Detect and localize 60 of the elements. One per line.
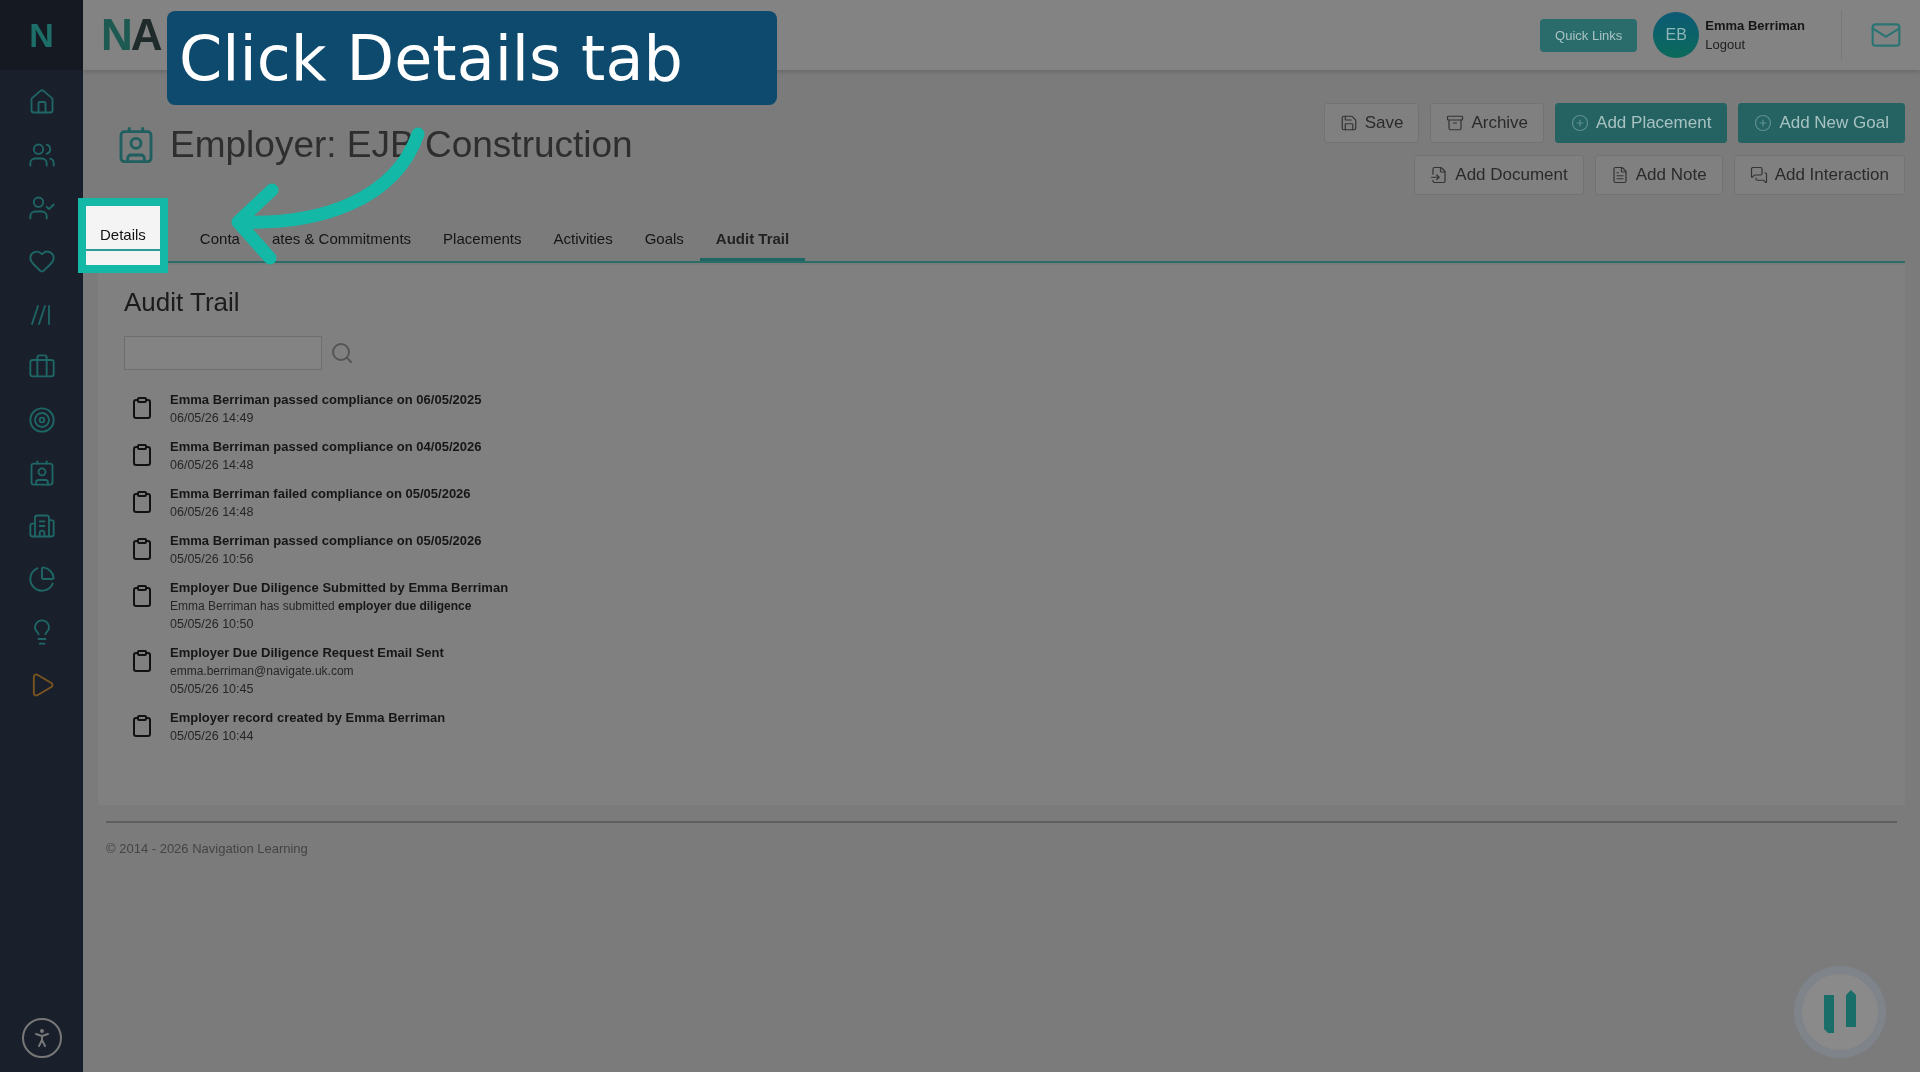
entry-time: 06/05/26 14:49 <box>170 411 255 425</box>
tab[interactable]: Audit Trail <box>699 230 806 261</box>
clipboard-icon <box>130 649 154 673</box>
user-name: Emma Berriman <box>1705 18 1805 33</box>
action-button[interactable]: Add Note <box>1594 155 1723 195</box>
entry-title: Employer Due Diligence Request Email Sent <box>170 645 444 660</box>
tab[interactable]: Placements <box>427 230 538 261</box>
tab[interactable]: Conta <box>183 230 256 261</box>
entry-time: 05/05/26 10:50 <box>170 617 255 631</box>
tab[interactable]: Activities <box>537 230 629 261</box>
user-check-icon[interactable] <box>27 194 56 222</box>
plus-circle-icon <box>1571 114 1590 132</box>
quick-links-button[interactable]: Quick Links <box>1540 18 1638 52</box>
clipboard-icon <box>130 490 154 514</box>
plus-circle-icon <box>1754 114 1773 132</box>
clipboard-icon <box>130 443 154 467</box>
action-button[interactable]: Save <box>1323 103 1420 143</box>
tab[interactable]: Goals <box>628 230 700 261</box>
users-icon[interactable] <box>27 141 56 169</box>
search-icon[interactable] <box>330 341 354 365</box>
clipboard-icon <box>130 396 154 420</box>
building-icon[interactable] <box>27 512 56 540</box>
save-icon <box>1339 114 1358 132</box>
entry-detail: Emma Berriman has submitted employer due diligence <box>170 599 473 613</box>
tab[interactable]: Details <box>78 198 168 273</box>
entry-time: 05/05/26 10:44 <box>170 729 255 743</box>
action-button[interactable]: Add Interaction <box>1733 155 1905 195</box>
logo-letter: N <box>29 15 54 55</box>
target-icon[interactable] <box>27 406 56 434</box>
copyright-text: © 2014 - 2026 Navigation Learning <box>105 840 309 858</box>
action-button[interactable]: Archive <box>1430 103 1545 143</box>
entry-detail: emma.berriman@navigate.uk.com <box>170 664 355 678</box>
entry-title: Emma Berriman failed compliance on 05/05/2026 <box>170 486 471 501</box>
file-import-icon <box>1430 166 1449 184</box>
pie-chart-icon[interactable] <box>27 565 56 593</box>
archive-icon <box>1446 114 1465 132</box>
logo: NA <box>101 10 161 60</box>
action-button[interactable]: Add New Goal <box>1738 103 1905 143</box>
clipboard-icon <box>130 584 154 608</box>
action-button[interactable]: Add Placement <box>1555 103 1728 143</box>
accessibility-icon[interactable] <box>21 1018 62 1058</box>
callout-text: Click Details tab <box>179 21 683 95</box>
logout-link[interactable]: Logout <box>1705 37 1805 52</box>
tab[interactable]: ates & Commitments <box>255 230 428 261</box>
clipboard-icon <box>130 537 154 561</box>
entry-title: Emma Berriman passed compliance on 04/05/2026 <box>170 439 482 454</box>
document-icon <box>1610 166 1629 184</box>
entry-title: Employer record created by Emma Berriman <box>170 710 446 725</box>
entry-time: 05/05/26 10:45 <box>170 682 255 696</box>
clipboard-icon <box>130 714 154 738</box>
chat-bubbles-icon <box>1749 166 1768 184</box>
entry-title: Emma Berriman passed compliance on 05/05/2026 <box>170 533 482 548</box>
entry-time: 06/05/26 14:48 <box>170 458 255 472</box>
entry-time: 05/05/26 10:56 <box>170 552 255 566</box>
action-button[interactable]: Add Document <box>1414 155 1584 195</box>
entry-title: Employer Due Diligence Submitted by Emma Berriman <box>170 580 509 595</box>
entry-title: Emma Berriman passed compliance on 06/05/2025 <box>170 392 482 407</box>
entry-time: 06/05/26 14:48 <box>170 505 255 519</box>
user-avatar[interactable]: EB <box>1653 12 1700 58</box>
section-heading: Audit Trail <box>124 287 241 318</box>
